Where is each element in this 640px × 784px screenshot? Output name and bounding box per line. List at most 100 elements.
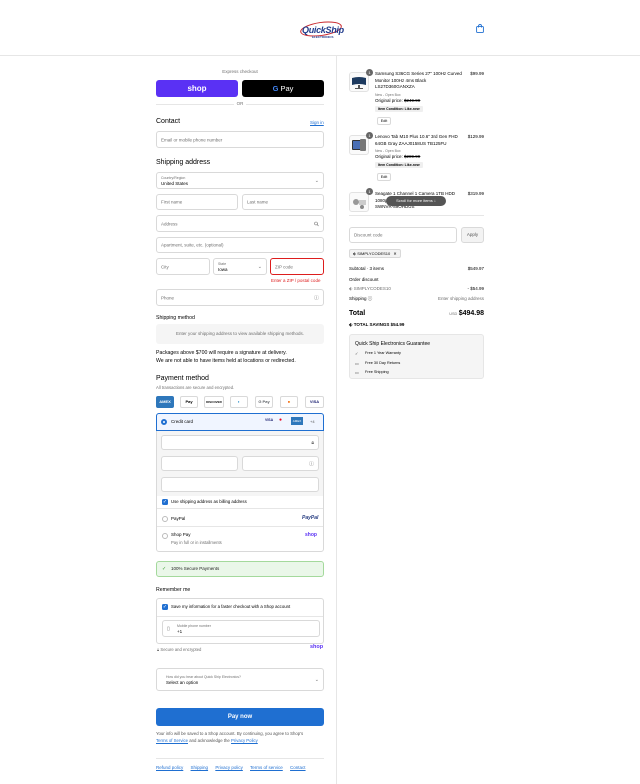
google-pay-button[interactable]: G Pay bbox=[242, 80, 324, 97]
first-name-field[interactable]: First name bbox=[156, 194, 238, 210]
state-select[interactable]: State Iowa ⌄ bbox=[213, 258, 267, 275]
card-form: 🔒︎ ⓘ bbox=[157, 431, 323, 496]
column-divider bbox=[336, 56, 337, 784]
quantity-badge: 1 bbox=[366, 69, 373, 76]
city-field[interactable]: City bbox=[156, 258, 210, 275]
amex-icon: AMEX bbox=[291, 417, 303, 425]
original-price: Original price: $249.99 bbox=[375, 98, 421, 103]
terms-of-service-link[interactable]: Terms of service bbox=[250, 765, 283, 770]
secure-payments-banner: 100% Secure Payments bbox=[156, 561, 324, 577]
contact-heading: Contact bbox=[156, 118, 181, 125]
order-discount-label: Order discount bbox=[349, 277, 379, 282]
credit-card-radio[interactable] bbox=[161, 419, 167, 425]
chevron-down-icon: ⌄ bbox=[257, 263, 262, 270]
guarantee-item: Free 30 Day Returns bbox=[365, 361, 401, 365]
arrow-down-icon: ↓ bbox=[433, 198, 436, 203]
separator bbox=[157, 616, 323, 617]
privacy-policy-link[interactable]: Privacy policy bbox=[215, 765, 243, 770]
guarantee-item: Free Shipping bbox=[365, 370, 389, 374]
phone-icon: ▯ bbox=[167, 626, 170, 632]
subtotal-value: $549.97 bbox=[467, 266, 484, 271]
remember-heading: Remember me bbox=[156, 587, 191, 593]
phone-field[interactable]: Phone ⓘ bbox=[156, 289, 324, 306]
save-info-checkbox[interactable]: ✓ bbox=[162, 604, 168, 610]
survey-select[interactable]: How did you hear about Quick Ship Electr… bbox=[156, 668, 324, 691]
shop-logo: shop bbox=[310, 644, 324, 650]
shipping-method-heading: Shipping method bbox=[156, 315, 195, 321]
close-icon[interactable]: ✕ bbox=[393, 251, 396, 256]
shipping-link[interactable]: Shipping bbox=[191, 765, 209, 770]
sign-in-link[interactable]: Sign in bbox=[310, 120, 324, 125]
contact-link[interactable]: Contact bbox=[290, 765, 306, 770]
item-condition: Item Condition: Like-new bbox=[375, 106, 423, 112]
mobile-phone-field[interactable]: ▯ Mobile phone number +1 bbox=[162, 620, 320, 637]
discount-code-label: ⬖ SIMPLYCODES10 bbox=[349, 286, 391, 291]
credit-card-option[interactable]: Credit card VISA ● AMEX +4 bbox=[156, 413, 324, 431]
check-icon: ✓ bbox=[355, 351, 359, 356]
zip-error: Enter a ZIP / postal code bbox=[271, 278, 321, 283]
paypal-logo: PayPal bbox=[302, 515, 319, 521]
separator bbox=[349, 215, 484, 216]
security-code-field[interactable]: ⓘ bbox=[242, 456, 319, 471]
last-name-field[interactable]: Last name bbox=[242, 194, 324, 210]
total-label: Total bbox=[349, 310, 366, 317]
billing-same-label: Use shipping address as billing address bbox=[171, 499, 247, 504]
expiration-field[interactable] bbox=[161, 456, 238, 471]
mastercard-icon: ● bbox=[279, 417, 283, 423]
amex-icon: AMEX bbox=[156, 396, 174, 408]
subtotal-label: Subtotal · 3 items bbox=[349, 266, 385, 271]
discount-chip: ⬖ SIMPLYCODES10 ✕ bbox=[349, 249, 401, 258]
apply-discount-button[interactable]: Apply bbox=[461, 227, 484, 243]
truck-icon: ▭ bbox=[355, 370, 359, 375]
google-pay-icon: G Pay bbox=[255, 396, 273, 408]
shopping-bag-icon[interactable] bbox=[476, 24, 484, 33]
lock-icon: 🔒︎ bbox=[311, 439, 314, 446]
item-variant: New - Open Box bbox=[375, 93, 401, 97]
signature-note: Packages above $700 will require a signa… bbox=[156, 350, 296, 364]
country-select[interactable]: Country/Region United States ⌄ bbox=[156, 172, 324, 189]
mastercard-icon: ●● bbox=[280, 396, 298, 408]
guarantee-heading: Quick Ship Electronics Guarantee bbox=[355, 341, 431, 347]
total-value: USD $494.98 bbox=[449, 310, 484, 317]
box-icon: ▭ bbox=[355, 361, 359, 366]
card-number-field[interactable]: 🔒︎ bbox=[161, 435, 319, 450]
zip-field[interactable]: ZIP code bbox=[270, 258, 324, 275]
shop-pay-button[interactable]: shop bbox=[156, 80, 238, 97]
edit-item-button[interactable]: Edit bbox=[377, 117, 391, 125]
email-field[interactable]: Email or mobile phone number bbox=[156, 131, 324, 148]
product-thumbnail bbox=[349, 72, 369, 92]
help-icon[interactable]: ⓘ bbox=[309, 460, 314, 467]
shop-pay-radio[interactable] bbox=[162, 533, 168, 539]
store-logo[interactable]: QuickShip ELECTRONICS bbox=[298, 19, 344, 40]
guarantee-item: Free 1 Year Warranty bbox=[365, 351, 401, 355]
product-thumbnail bbox=[349, 192, 369, 212]
save-info-label: Save my information for a faster checkou… bbox=[171, 604, 291, 609]
shop-pay-label: Shop Pay bbox=[171, 532, 191, 537]
privacy-link[interactable]: Privacy Policy bbox=[231, 738, 258, 743]
payment-heading: Payment method bbox=[156, 375, 209, 382]
guarantee-box: Quick Ship Electronics Guarantee ✓ Free … bbox=[349, 334, 484, 379]
footer-divider bbox=[156, 758, 324, 759]
apple-pay-icon: Pay bbox=[180, 396, 198, 408]
search-icon bbox=[314, 221, 319, 226]
tag-icon: ⬖ bbox=[353, 251, 357, 256]
discount-code-field[interactable]: Discount code bbox=[349, 227, 457, 243]
apartment-field[interactable]: Apartment, suite, etc. (optional) bbox=[156, 237, 324, 253]
diners-icon: ◐ bbox=[230, 396, 248, 408]
name-on-card-field[interactable] bbox=[161, 477, 319, 492]
help-icon[interactable]: ⓘ bbox=[314, 294, 319, 301]
edit-item-button[interactable]: Edit bbox=[377, 173, 391, 181]
legal-text: Your info will be saved to a Shop accoun… bbox=[156, 731, 304, 743]
help-icon[interactable]: ⓘ bbox=[368, 296, 373, 301]
paypal-label: PayPal bbox=[171, 516, 186, 521]
or-label: OR bbox=[234, 101, 246, 106]
terms-link[interactable]: Terms of Service bbox=[156, 738, 188, 743]
visa-icon: VISA bbox=[305, 396, 324, 408]
address-field[interactable]: Address bbox=[156, 215, 324, 232]
header: QuickShip ELECTRONICS bbox=[0, 0, 640, 56]
refund-policy-link[interactable]: Refund policy bbox=[156, 765, 183, 770]
billing-same-checkbox[interactable]: ✓ bbox=[162, 499, 168, 505]
shop-pay-subtitle: Pay in full or in installments bbox=[171, 540, 222, 545]
paypal-radio[interactable] bbox=[162, 516, 168, 522]
pay-now-button[interactable]: Pay now bbox=[156, 708, 324, 726]
